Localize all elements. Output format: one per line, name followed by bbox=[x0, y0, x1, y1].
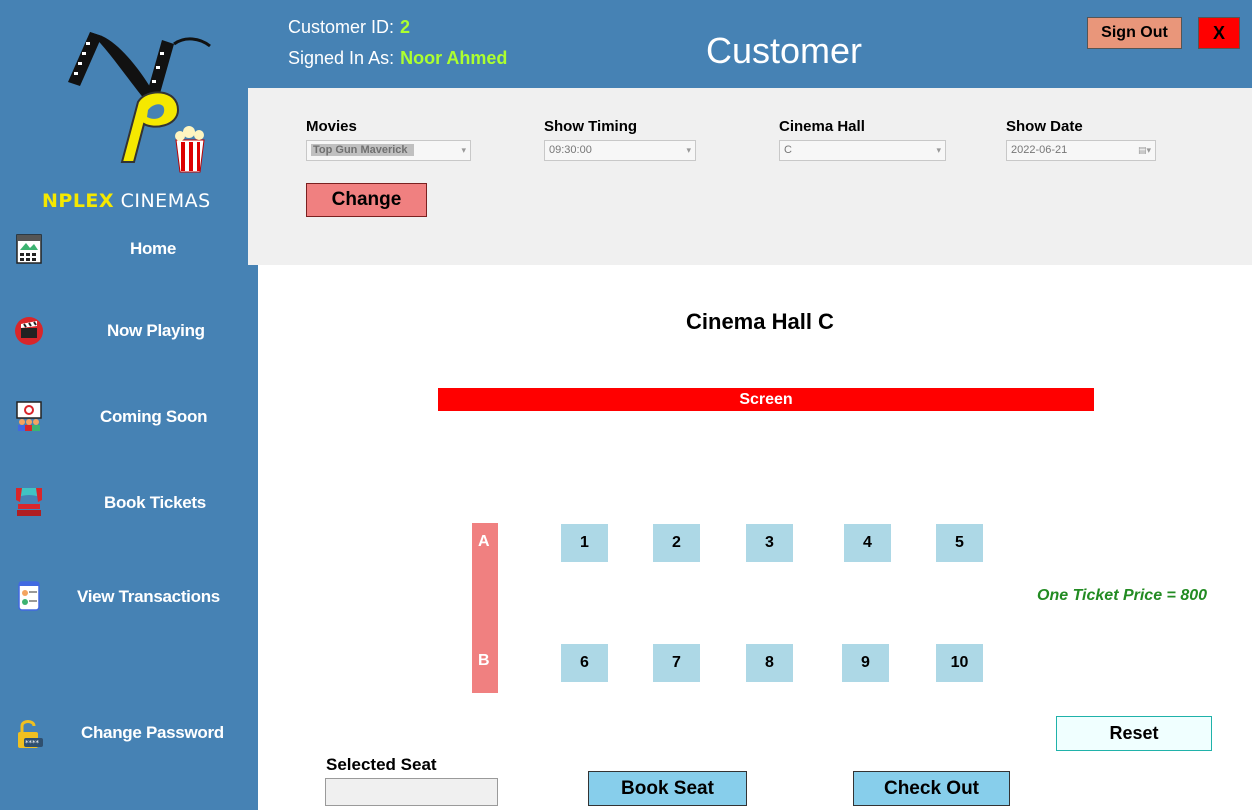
seat-2[interactable]: 2 bbox=[653, 524, 700, 562]
signed-in-line: Signed In As: Noor Ahmed bbox=[288, 48, 507, 69]
screen-bar: Screen bbox=[438, 388, 1094, 411]
chevron-down-icon: ▾ bbox=[686, 145, 691, 155]
row-a-label: A bbox=[478, 533, 490, 550]
sidebar-item-label: Change Password bbox=[81, 723, 224, 742]
show-date-picker[interactable]: 2022-06-21 ▤▾ bbox=[1006, 140, 1156, 161]
chevron-down-icon: ▾ bbox=[936, 145, 941, 155]
sidebar-item-view-transactions[interactable]: View Transactions bbox=[0, 578, 248, 618]
audience-icon bbox=[16, 401, 42, 431]
sign-out-button[interactable]: Sign Out bbox=[1087, 17, 1182, 49]
selected-seat-label: Selected Seat bbox=[326, 755, 437, 774]
seat-10[interactable]: 10 bbox=[936, 644, 983, 682]
brand-highlight: NPLEX bbox=[42, 190, 115, 212]
seat-6[interactable]: 6 bbox=[561, 644, 608, 682]
customer-id-line: Customer ID: 2 bbox=[288, 17, 410, 38]
show-timing-label: Show Timing bbox=[544, 118, 638, 135]
sidebar-item-label: Book Tickets bbox=[104, 493, 206, 512]
sidebar: NPLEX CINEMAS Home Now Playing Coming So… bbox=[0, 0, 248, 810]
sidebar-item-home[interactable]: Home bbox=[0, 230, 248, 270]
row-label-bar: A B bbox=[472, 523, 498, 693]
brand-name: NPLEX CINEMAS bbox=[42, 190, 211, 212]
seat-7[interactable]: 7 bbox=[653, 644, 700, 682]
sidebar-item-label: View Transactions bbox=[77, 587, 220, 606]
seat-4[interactable]: 4 bbox=[844, 524, 891, 562]
show-date-label: Show Date bbox=[1006, 118, 1083, 135]
seat-1[interactable]: 1 bbox=[561, 524, 608, 562]
sidebar-item-label: Coming Soon bbox=[100, 407, 208, 426]
row-b-label: B bbox=[478, 652, 490, 669]
padlock-icon: **** bbox=[18, 720, 43, 748]
sidebar-item-book-tickets[interactable]: Book Tickets bbox=[0, 484, 248, 524]
page-title: Customer bbox=[706, 30, 863, 71]
show-timing-dropdown[interactable]: 09:30:00 ▾ bbox=[544, 140, 696, 161]
close-button[interactable]: X bbox=[1198, 17, 1240, 49]
show-date-value: 2022-06-21 bbox=[1011, 144, 1068, 156]
cinema-hall-label: Cinema Hall bbox=[779, 118, 865, 135]
sidebar-item-coming-soon[interactable]: Coming Soon bbox=[0, 398, 248, 438]
movies-dropdown-value: Top Gun Maverick bbox=[311, 144, 414, 156]
chevron-down-icon: ▾ bbox=[461, 145, 466, 155]
book-seat-button[interactable]: Book Seat bbox=[588, 771, 747, 806]
cinema-hall-dropdown[interactable]: C ▾ bbox=[779, 140, 946, 161]
brand-rest: CINEMAS bbox=[114, 190, 211, 212]
sidebar-item-change-password[interactable]: **** Change Password bbox=[0, 714, 248, 754]
seat-map-panel: Cinema Hall C Screen A B 1 2 3 4 5 6 7 8… bbox=[258, 265, 1252, 810]
cinema-hall-value: C bbox=[784, 144, 792, 156]
customer-id-value: 2 bbox=[400, 17, 411, 37]
ticket-price: One Ticket Price = 800 bbox=[1037, 587, 1208, 604]
transactions-icon bbox=[18, 581, 40, 611]
clapperboard-icon bbox=[15, 317, 43, 345]
customer-id-label: Customer ID: bbox=[288, 17, 395, 37]
movies-dropdown[interactable]: Top Gun Maverick ▾ bbox=[306, 140, 471, 161]
signed-in-label: Signed In As: bbox=[288, 48, 395, 68]
calendar-icon: ▤▾ bbox=[1137, 145, 1151, 155]
show-timing-value: 09:30:00 bbox=[549, 144, 592, 156]
sidebar-item-label: Home bbox=[130, 239, 177, 258]
sidebar-item-label: Now Playing bbox=[107, 321, 205, 340]
sidebar-item-now-playing[interactable]: Now Playing bbox=[0, 312, 248, 352]
nplex-logo bbox=[68, 32, 211, 173]
seat-8[interactable]: 8 bbox=[746, 644, 793, 682]
home-calendar-icon bbox=[16, 234, 42, 264]
app-window: NPLEX CINEMAS Home Now Playing Coming So… bbox=[0, 0, 1252, 810]
theater-seats-icon bbox=[16, 488, 42, 516]
signed-in-name: Noor Ahmed bbox=[400, 48, 508, 68]
reset-button[interactable]: Reset bbox=[1056, 716, 1212, 751]
seat-9[interactable]: 9 bbox=[842, 644, 889, 682]
seat-3[interactable]: 3 bbox=[746, 524, 793, 562]
svg-text:****: **** bbox=[25, 739, 40, 747]
movies-label: Movies bbox=[306, 118, 357, 135]
change-button[interactable]: Change bbox=[306, 183, 427, 217]
seat-5[interactable]: 5 bbox=[936, 524, 983, 562]
selected-seat-field[interactable] bbox=[325, 778, 498, 806]
header: Customer ID: 2 Signed In As: Noor Ahmed Cu… bbox=[248, 0, 1252, 88]
filter-panel: Movies Top Gun Maverick ▾ Show Timing 09… bbox=[248, 88, 1252, 265]
hall-title: Cinema Hall C bbox=[686, 309, 834, 334]
check-out-button[interactable]: Check Out bbox=[853, 771, 1010, 806]
